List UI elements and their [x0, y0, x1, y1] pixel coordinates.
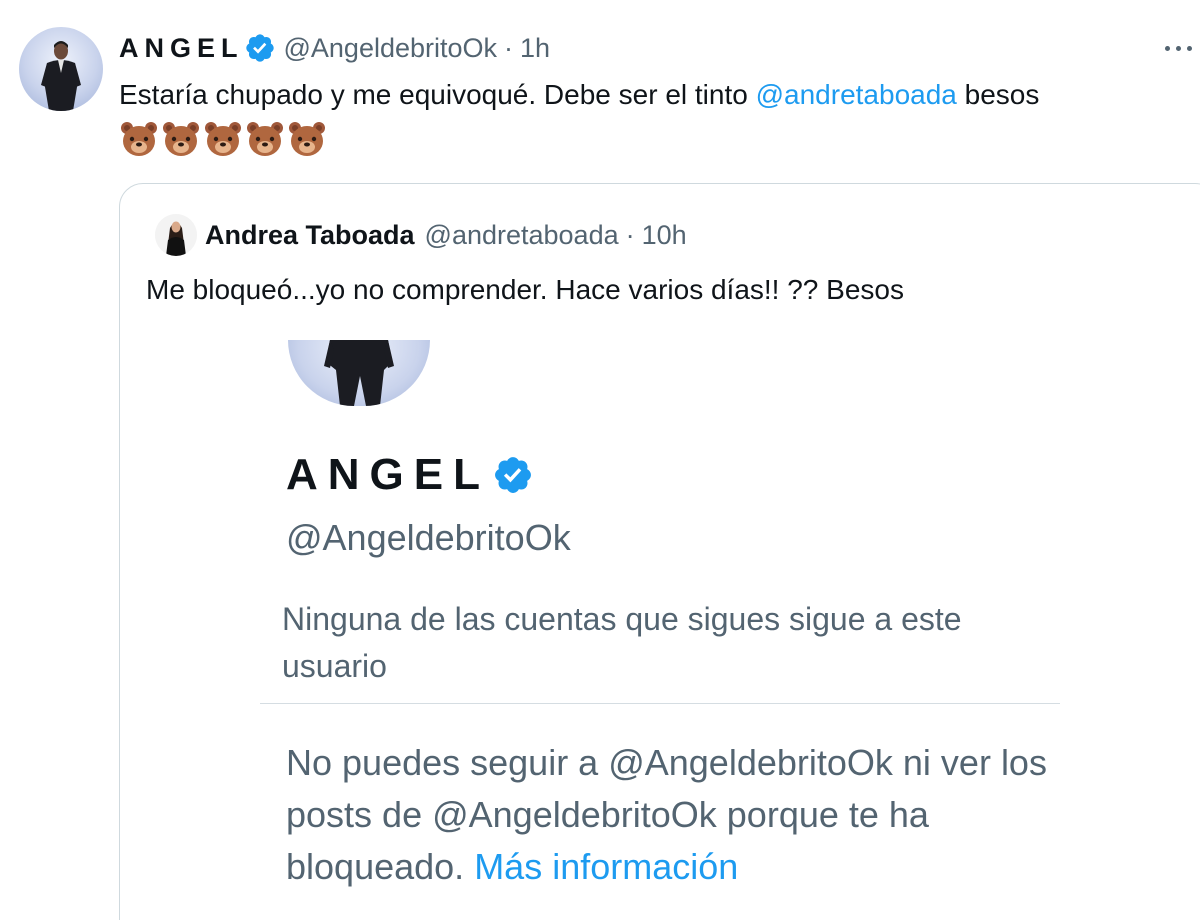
- screenshot-follow-info: Ninguna de las cuentas que sigues sigue …: [282, 601, 962, 684]
- screenshot-blocked-notice: No puedes seguir a @AngeldebritoOk ni ve…: [286, 737, 1056, 893]
- tweet-text: Estaría chupado y me equivoqué. Debe ser…: [119, 76, 1189, 114]
- emoji-row: [119, 119, 327, 159]
- separator-dot: ·: [504, 32, 514, 63]
- tweet-header: ANGEL @AngeldebritoOk · 1h: [119, 30, 550, 66]
- author-handle[interactable]: @AngeldebritoOk: [284, 33, 498, 64]
- screenshot-name-row: ANGEL: [286, 447, 534, 503]
- verified-badge-icon: [492, 454, 534, 496]
- quoted-tweet-header: Andrea Taboada @andretaboada · 10h: [205, 217, 687, 253]
- quoted-author-avatar[interactable]: [155, 214, 197, 256]
- author-avatar[interactable]: [19, 27, 103, 111]
- tweet-text-before: Estaría chupado y me equivoqué. Debe ser…: [119, 79, 756, 110]
- quoted-tweet-text: Me bloqueó...yo no comprender. Hace vari…: [146, 274, 904, 305]
- bear-face-emoji-icon: [163, 122, 199, 156]
- bear-face-emoji-icon: [247, 122, 283, 156]
- divider: [260, 703, 1060, 704]
- bear-face-emoji-icon: [205, 122, 241, 156]
- verified-badge-icon: [244, 32, 276, 64]
- tweet-timestamp[interactable]: 1h: [520, 33, 550, 64]
- embedded-profile-screenshot: ANGEL @AngeldebritoOk Ninguna de las cue…: [260, 340, 1060, 920]
- tweet-text-after: besos: [956, 79, 1040, 110]
- quoted-author-handle[interactable]: @andretaboada: [425, 220, 619, 251]
- quoted-tweet-timestamp[interactable]: 10h: [642, 220, 687, 251]
- author-display-name[interactable]: ANGEL: [119, 33, 244, 64]
- quoted-author-display-name[interactable]: Andrea Taboada: [205, 220, 415, 251]
- screenshot-profile-avatar: [288, 340, 430, 406]
- tweet: ANGEL @AngeldebritoOk · 1h Estaría chupa…: [0, 0, 1200, 920]
- more-info-link: Más información: [474, 846, 739, 887]
- screenshot-handle: @AngeldebritoOk: [286, 517, 571, 558]
- quoted-tweet-card[interactable]: Andrea Taboada @andretaboada · 10h Me bl…: [119, 183, 1200, 920]
- bear-face-emoji-icon: [121, 122, 157, 156]
- mention-link[interactable]: @andretaboada: [756, 79, 957, 110]
- bear-face-emoji-icon: [289, 122, 325, 156]
- screenshot-display-name: ANGEL: [286, 450, 490, 499]
- more-options-icon[interactable]: [1160, 36, 1196, 60]
- separator-dot: ·: [625, 219, 635, 250]
